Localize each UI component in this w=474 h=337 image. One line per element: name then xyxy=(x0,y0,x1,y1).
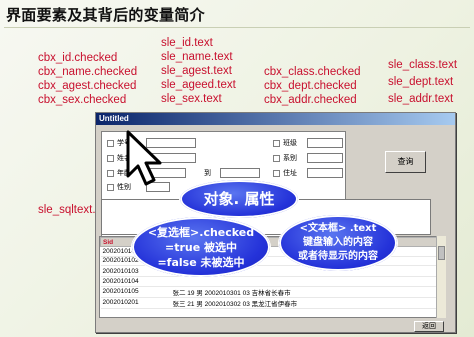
window-title: Untitled xyxy=(96,113,455,125)
label-sle-name: sle_name.text xyxy=(161,51,233,63)
label-cbx-dept: cbx_dept.checked xyxy=(264,80,357,92)
table-row[interactable]: 2002010104 xyxy=(100,276,441,287)
label-to: 到 xyxy=(204,170,211,177)
label-cbx-addr: cbx_addr.checked xyxy=(264,94,357,106)
label-sle-addr: sle_addr.text xyxy=(388,93,454,105)
input-dept[interactable] xyxy=(307,153,343,163)
label-class: 班级 xyxy=(283,140,297,147)
label-sle-id: sle_id.text xyxy=(161,37,213,49)
label-sle-ageed: sle_ageed.text xyxy=(161,79,236,91)
checkbox-explanation-line3: =false 未被选中 xyxy=(157,256,245,269)
checkbox-id[interactable] xyxy=(107,140,114,147)
label-dept: 系别 xyxy=(283,155,297,162)
mouse-cursor-icon xyxy=(126,130,162,186)
table-row[interactable]: 2002010201 张三 21 男 2002010302 03 黑龙江省伊春市 xyxy=(100,297,441,309)
input-age-end[interactable] xyxy=(220,168,260,178)
cell-sid: 2002010105 xyxy=(100,286,171,298)
checkbox-explanation-line1: <复选框>.checked xyxy=(147,226,255,239)
input-class[interactable] xyxy=(307,138,343,148)
grid-scrollbar[interactable] xyxy=(436,236,446,318)
textbox-explanation-line3: 或者待显示的内容 xyxy=(298,251,378,262)
label-cbx-class: cbx_class.checked xyxy=(264,66,361,78)
query-button[interactable]: 查询 xyxy=(385,151,426,173)
title-divider xyxy=(4,27,470,28)
checkbox-name[interactable] xyxy=(107,155,114,162)
label-cbx-agest: cbx_agest.checked xyxy=(38,80,137,92)
checkbox-dept[interactable] xyxy=(273,155,280,162)
table-row[interactable]: 2002010105 张二 19 男 2002010301 03 吉林省长春市 xyxy=(100,286,441,298)
checkbox-age[interactable] xyxy=(107,170,114,177)
label-sle-sex: sle_sex.text xyxy=(161,93,222,105)
checkbox-class[interactable] xyxy=(273,140,280,147)
checkbox-explanation-line2: =true 被选中 xyxy=(164,241,238,254)
label-cbx-name: cbx_name.checked xyxy=(38,66,138,78)
label-sle-dept: sle_dept.text xyxy=(388,76,454,88)
cell-rest: 张三 21 男 2002010302 03 黑龙江省伊春市 xyxy=(170,297,441,309)
label-cbx-sex: cbx_sex.checked xyxy=(38,94,127,106)
checkbox-explanation-oval: <复选框>.checked =true 被选中 =false 未被选中 xyxy=(132,217,270,277)
textbox-explanation-line2: 键盘输入的内容 xyxy=(303,237,373,248)
cell-rest xyxy=(170,276,441,287)
label-addr: 住址 xyxy=(283,170,297,177)
slide-title: 界面要素及其背后的变量简介 xyxy=(6,6,205,24)
input-addr[interactable] xyxy=(307,168,343,178)
label-sle-agest: sle_agest.text xyxy=(161,65,232,77)
cell-rest: 张二 19 男 2002010301 03 吉林省长春市 xyxy=(170,286,441,298)
label-sle-class: sle_class.text xyxy=(388,59,458,71)
label-cbx-id: cbx_id.checked xyxy=(38,52,118,64)
scrollbar-thumb[interactable] xyxy=(438,246,445,260)
return-button[interactable]: 返回 xyxy=(414,321,444,332)
checkbox-addr[interactable] xyxy=(273,170,280,177)
textbox-explanation-line1: <文本框> .text xyxy=(299,223,377,234)
cell-sid: 2002010201 xyxy=(100,297,171,309)
checkbox-sex[interactable] xyxy=(107,184,114,191)
textbox-explanation-oval: <文本框> .text 键盘输入的内容 或者待显示的内容 xyxy=(279,215,397,271)
object-property-oval: 对象. 属性 xyxy=(180,180,298,218)
cell-sid: 2002010104 xyxy=(100,276,171,287)
